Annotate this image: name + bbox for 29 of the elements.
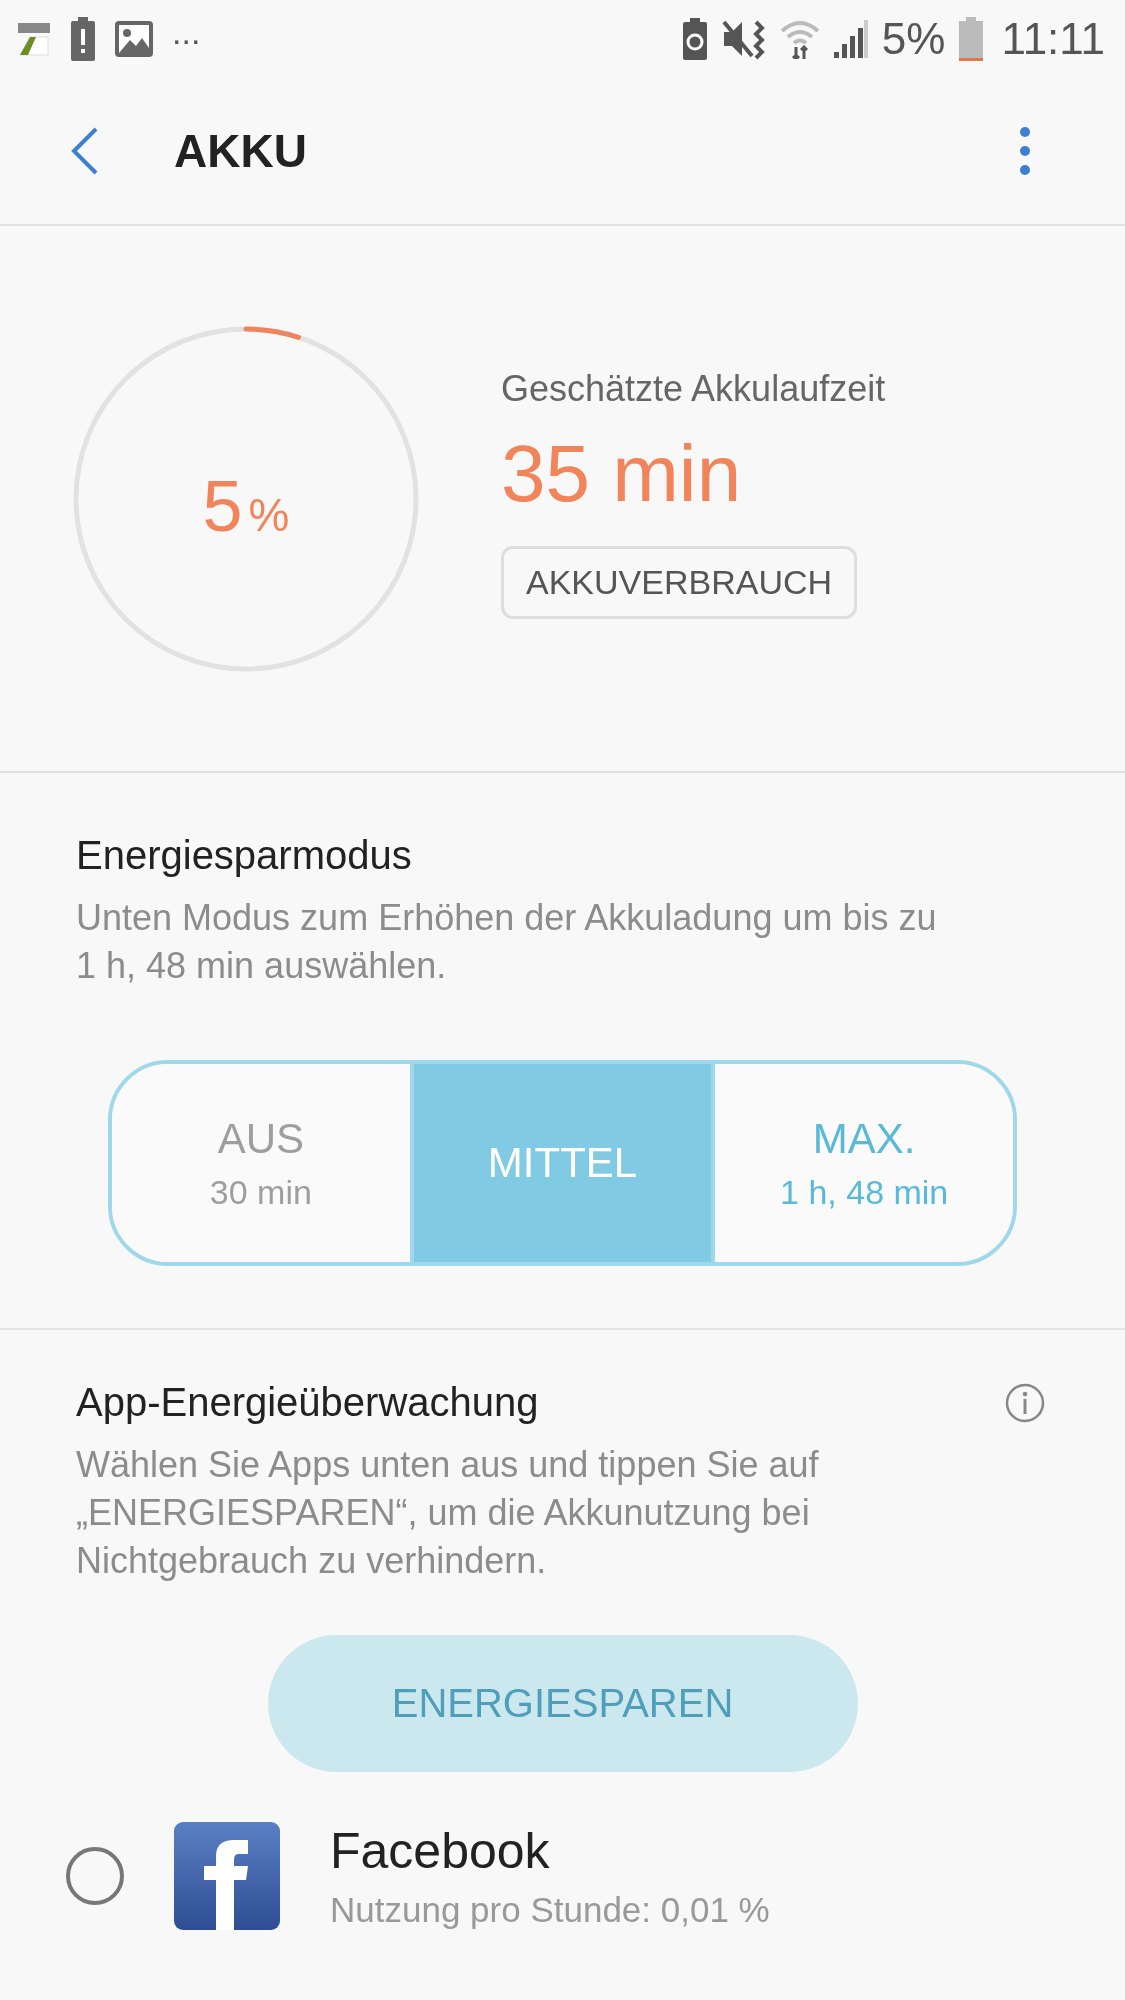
more-options-icon[interactable]: [1019, 126, 1031, 176]
clock-time: 11:11: [1001, 14, 1105, 64]
signal-icon: [833, 20, 868, 58]
app-usage-text: Nutzung pro Stunde: 0,01 %: [330, 1890, 770, 1930]
battery-percent-value: 5%: [202, 464, 290, 547]
wifi-icon: [779, 19, 820, 59]
info-icon[interactable]: [1005, 1382, 1045, 1423]
section-title: Energiesparmodus: [76, 833, 413, 878]
back-icon[interactable]: [70, 126, 100, 176]
section-description: Unten Modus zum Erhöhen der Akkuladung um bis zu 1 h, 48 min auswählen.: [76, 896, 938, 988]
battery-icon: [959, 17, 984, 61]
battery-usage-button[interactable]: AKKUVERBRAUCH: [501, 546, 858, 619]
image-icon: [114, 20, 154, 58]
app-name: Facebook: [330, 1822, 551, 1880]
radio-button[interactable]: [66, 1847, 124, 1905]
section-description: Wählen Sie Apps unten aus und tippen Sie auf „ENERGIESPAREN“, um die Akkunutzung bei Nichtgebrauch zu verhindern.: [76, 1443, 820, 1583]
screen-title: AKKU: [174, 124, 308, 178]
mobile-data-icon: [16, 21, 52, 57]
battery-alert-icon: [70, 17, 96, 61]
estimate-value: 35 min: [501, 428, 742, 520]
battery-percent-text: 5%: [881, 14, 946, 64]
estimate-label: Geschätzte Akkulaufzeit: [501, 368, 886, 410]
section-title: App-Energieüberwachung: [76, 1380, 539, 1425]
mute-vibrate-icon: [721, 18, 766, 60]
battery-saver-icon: [681, 18, 708, 60]
mode-option[interactable]: MAX. 1 h, 48 min: [711, 1064, 1013, 1262]
mode-option[interactable]: MITTEL: [409, 1064, 712, 1262]
more-notifications-text: ...: [172, 12, 201, 53]
app-icon: [174, 1822, 280, 1930]
